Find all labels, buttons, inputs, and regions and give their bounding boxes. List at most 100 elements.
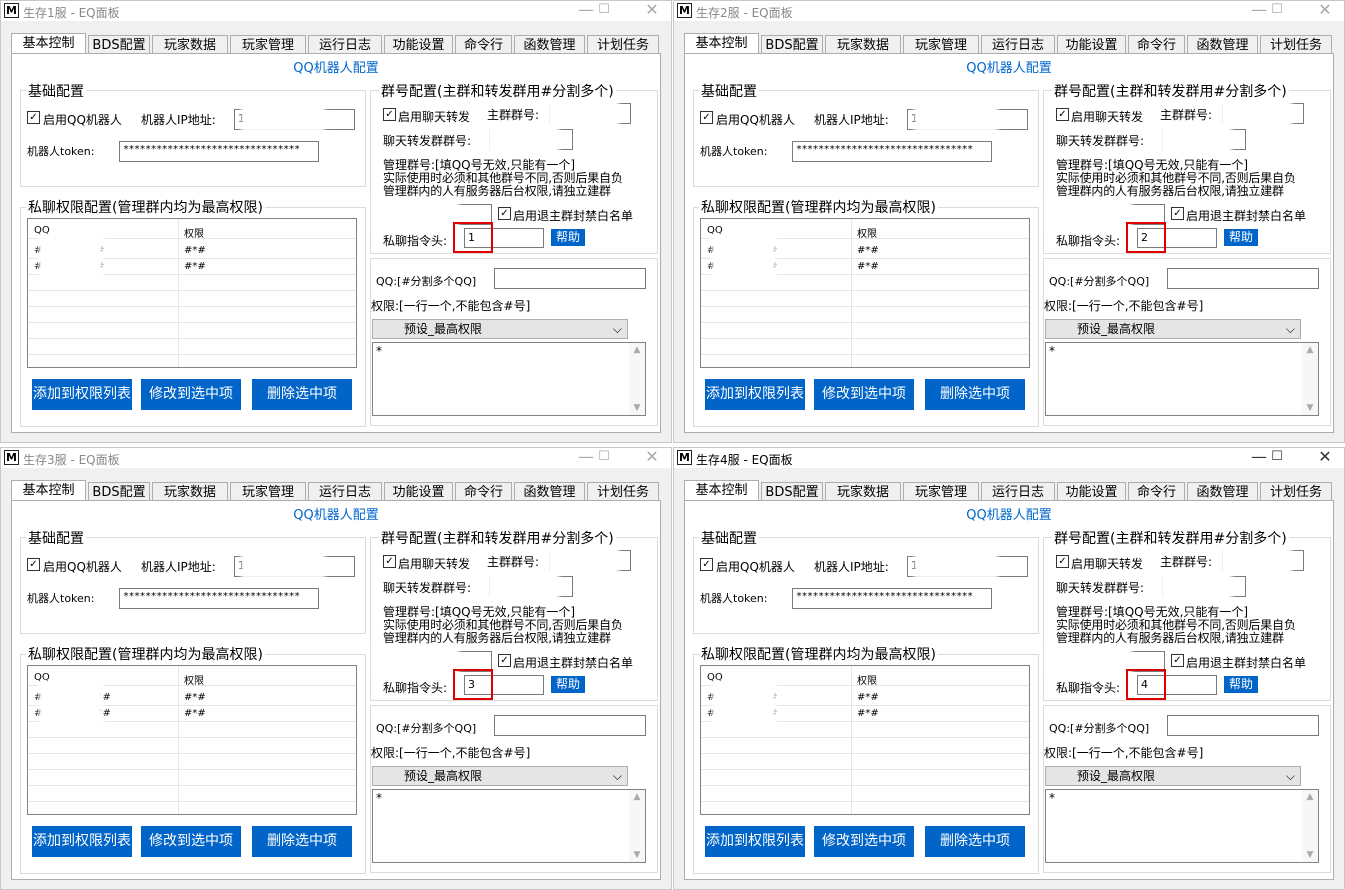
add-to-perm-list-button[interactable]: 添加到权限列表 [32, 379, 132, 410]
tab-2[interactable]: 玩家数据 [152, 482, 228, 502]
tab-4[interactable]: 运行日志 [308, 482, 382, 502]
tab-0[interactable]: 基本控制 [684, 33, 759, 55]
enable-qq-bot-checkbox[interactable]: ✓ [700, 111, 713, 124]
scroll-down-icon[interactable]: ▼ [629, 850, 645, 860]
tab-6[interactable]: 命令行 [1128, 482, 1185, 502]
tab-0[interactable]: 基本控制 [684, 480, 759, 502]
modify-selected-button[interactable]: 修改到选中项 [141, 379, 241, 410]
delete-selected-button[interactable]: 删除选中项 [252, 379, 352, 410]
perm-textarea[interactable]: * ▲ ▼ [372, 342, 646, 416]
perm-list[interactable]: QQ 权限 # # #*# # # #*# [700, 218, 1030, 368]
modify-selected-button[interactable]: 修改到选中项 [814, 379, 914, 410]
tab-7[interactable]: 函数管理 [514, 482, 585, 502]
add-to-perm-list-button[interactable]: 添加到权限列表 [705, 826, 805, 857]
add-to-perm-list-button[interactable]: 添加到权限列表 [32, 826, 132, 857]
tab-4[interactable]: 运行日志 [308, 35, 382, 55]
tab-3[interactable]: 玩家管理 [230, 35, 306, 55]
enable-chat-forward-checkbox[interactable]: ✓ [383, 555, 396, 568]
bot-token-input[interactable]: ******************************** [792, 141, 992, 162]
tab-2[interactable]: 玩家数据 [825, 482, 901, 502]
enable-quit-ban-checkbox[interactable]: ✓ [1171, 207, 1184, 220]
scroll-up-icon[interactable]: ▲ [1302, 792, 1318, 802]
tab-6[interactable]: 命令行 [1128, 35, 1185, 55]
scroll-up-icon[interactable]: ▲ [629, 792, 645, 802]
tab-6[interactable]: 命令行 [455, 35, 512, 55]
close-icon[interactable]: ✕ [1314, 448, 1336, 466]
tab-3[interactable]: 玩家管理 [903, 482, 979, 502]
tab-8[interactable]: 计划任务 [1260, 35, 1332, 55]
tab-8[interactable]: 计划任务 [1260, 482, 1332, 502]
qq-input[interactable] [1167, 715, 1319, 736]
maximize-icon[interactable]: ☐ [1266, 2, 1288, 17]
tab-3[interactable]: 玩家管理 [903, 35, 979, 55]
enable-chat-forward-checkbox[interactable]: ✓ [1056, 555, 1069, 568]
help-button[interactable]: 帮助 [1224, 676, 1258, 693]
help-button[interactable]: 帮助 [551, 229, 585, 246]
tab-1[interactable]: BDS配置 [761, 482, 823, 502]
tab-4[interactable]: 运行日志 [981, 35, 1055, 55]
enable-qq-bot-checkbox[interactable]: ✓ [27, 558, 40, 571]
tab-0[interactable]: 基本控制 [11, 33, 86, 55]
scrollbar[interactable]: ▲ ▼ [629, 343, 645, 415]
add-to-perm-list-button[interactable]: 添加到权限列表 [705, 379, 805, 410]
delete-selected-button[interactable]: 删除选中项 [925, 379, 1025, 410]
qq-input[interactable] [494, 715, 646, 736]
enable-qq-bot-checkbox[interactable]: ✓ [700, 558, 713, 571]
help-button[interactable]: 帮助 [551, 676, 585, 693]
tab-5[interactable]: 功能设置 [1057, 35, 1126, 55]
enable-chat-forward-checkbox[interactable]: ✓ [1056, 108, 1069, 121]
scrollbar[interactable]: ▲ ▼ [1302, 790, 1318, 862]
perm-preset-select[interactable]: 预设_最高权限 ⌵ [372, 766, 628, 786]
perm-textarea[interactable]: * ▲ ▼ [372, 789, 646, 863]
perm-list[interactable]: QQ 权限 # # #*# # # #*# [27, 218, 357, 368]
tab-3[interactable]: 玩家管理 [230, 482, 306, 502]
tab-8[interactable]: 计划任务 [587, 482, 659, 502]
scroll-down-icon[interactable]: ▼ [1302, 850, 1318, 860]
tab-5[interactable]: 功能设置 [384, 482, 453, 502]
tab-5[interactable]: 功能设置 [1057, 482, 1126, 502]
tab-7[interactable]: 函数管理 [1187, 35, 1258, 55]
enable-quit-ban-checkbox[interactable]: ✓ [498, 654, 511, 667]
scroll-down-icon[interactable]: ▼ [629, 403, 645, 413]
tab-5[interactable]: 功能设置 [384, 35, 453, 55]
enable-quit-ban-checkbox[interactable]: ✓ [498, 207, 511, 220]
perm-list[interactable]: QQ 权限 # 7# #*# # 7# #*# [27, 665, 357, 815]
scroll-down-icon[interactable]: ▼ [1302, 403, 1318, 413]
tab-2[interactable]: 玩家数据 [152, 35, 228, 55]
scroll-up-icon[interactable]: ▲ [629, 345, 645, 355]
maximize-icon[interactable]: ☐ [593, 2, 615, 17]
close-icon[interactable]: ✕ [1314, 1, 1336, 19]
close-icon[interactable]: ✕ [641, 448, 663, 466]
delete-selected-button[interactable]: 删除选中项 [925, 826, 1025, 857]
maximize-icon[interactable]: ☐ [593, 449, 615, 464]
enable-chat-forward-checkbox[interactable]: ✓ [383, 108, 396, 121]
modify-selected-button[interactable]: 修改到选中项 [814, 826, 914, 857]
tab-2[interactable]: 玩家数据 [825, 35, 901, 55]
perm-textarea[interactable]: * ▲ ▼ [1045, 789, 1319, 863]
tab-6[interactable]: 命令行 [455, 482, 512, 502]
tab-0[interactable]: 基本控制 [11, 480, 86, 502]
qq-input[interactable] [494, 268, 646, 289]
bot-token-input[interactable]: ******************************** [792, 588, 992, 609]
qq-input[interactable] [1167, 268, 1319, 289]
help-button[interactable]: 帮助 [1224, 229, 1258, 246]
maximize-icon[interactable]: ☐ [1266, 449, 1288, 464]
tab-8[interactable]: 计划任务 [587, 35, 659, 55]
tab-1[interactable]: BDS配置 [761, 35, 823, 55]
enable-qq-bot-checkbox[interactable]: ✓ [27, 111, 40, 124]
bot-token-input[interactable]: ******************************** [119, 588, 319, 609]
perm-preset-select[interactable]: 预设_最高权限 ⌵ [1045, 766, 1301, 786]
delete-selected-button[interactable]: 删除选中项 [252, 826, 352, 857]
tab-4[interactable]: 运行日志 [981, 482, 1055, 502]
scrollbar[interactable]: ▲ ▼ [1302, 343, 1318, 415]
close-icon[interactable]: ✕ [641, 1, 663, 19]
bot-token-input[interactable]: ******************************** [119, 141, 319, 162]
perm-preset-select[interactable]: 预设_最高权限 ⌵ [372, 319, 628, 339]
perm-textarea[interactable]: * ▲ ▼ [1045, 342, 1319, 416]
tab-7[interactable]: 函数管理 [514, 35, 585, 55]
tab-1[interactable]: BDS配置 [88, 482, 150, 502]
tab-1[interactable]: BDS配置 [88, 35, 150, 55]
scrollbar[interactable]: ▲ ▼ [629, 790, 645, 862]
modify-selected-button[interactable]: 修改到选中项 [141, 826, 241, 857]
perm-preset-select[interactable]: 预设_最高权限 ⌵ [1045, 319, 1301, 339]
